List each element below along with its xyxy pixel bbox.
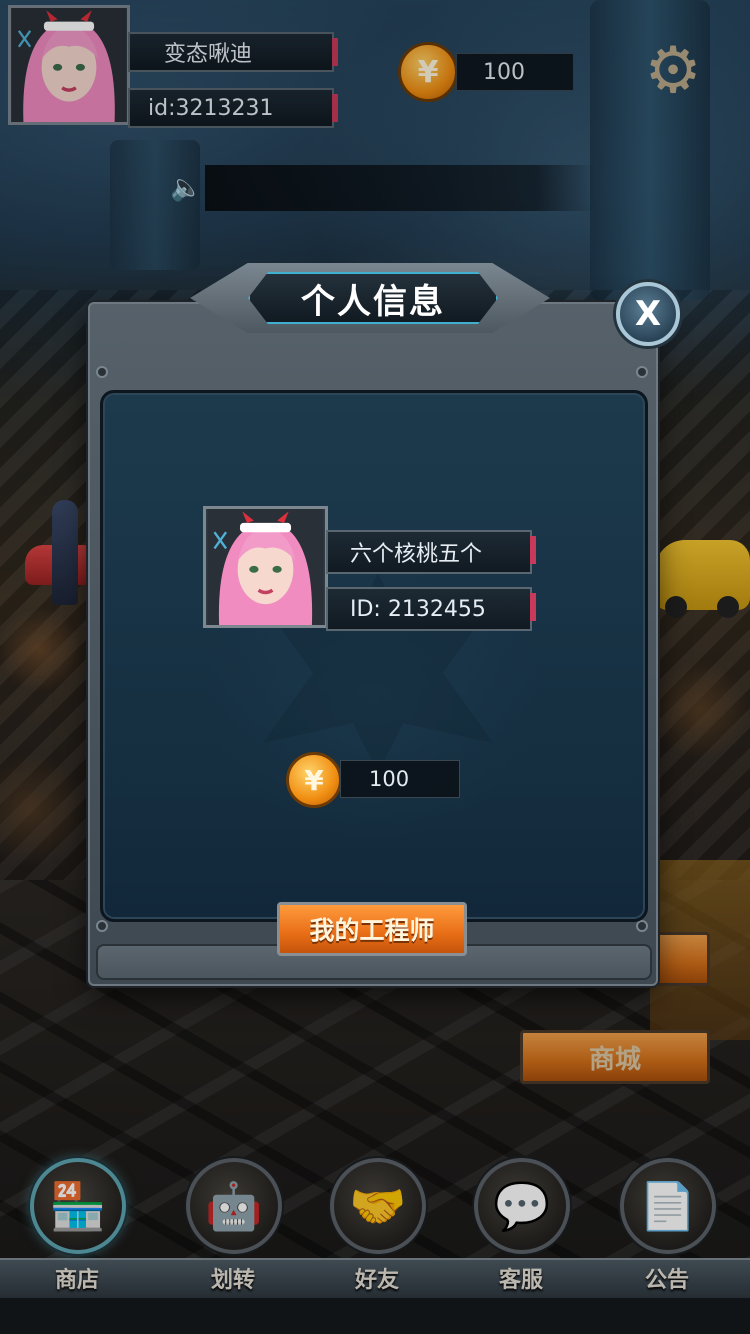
modal-content-panel [100, 390, 648, 922]
bolt [96, 366, 108, 378]
bolt [636, 366, 648, 378]
profile-avatar[interactable] [203, 506, 328, 628]
profile-modal [88, 302, 658, 986]
profile-id-plate: ID: 2132455 [326, 587, 536, 631]
close-button[interactable]: X [616, 282, 680, 346]
coin-icon: ¥ [286, 752, 342, 808]
avatar-portrait [207, 509, 324, 625]
my-engineer-button[interactable]: 我的工程师 [277, 902, 467, 956]
profile-name-plate: 六个核桃五个 [326, 530, 536, 574]
profile-id: ID: 2132455 [350, 596, 486, 622]
bolt [96, 920, 108, 932]
bolt [636, 920, 648, 932]
modal-title: 个人信息 [248, 272, 498, 324]
profile-coin-balance: 100 [340, 760, 460, 798]
profile-coin-amount: 100 [369, 767, 410, 791]
close-icon: X [634, 294, 662, 334]
profile-name: 六个核桃五个 [350, 542, 483, 567]
